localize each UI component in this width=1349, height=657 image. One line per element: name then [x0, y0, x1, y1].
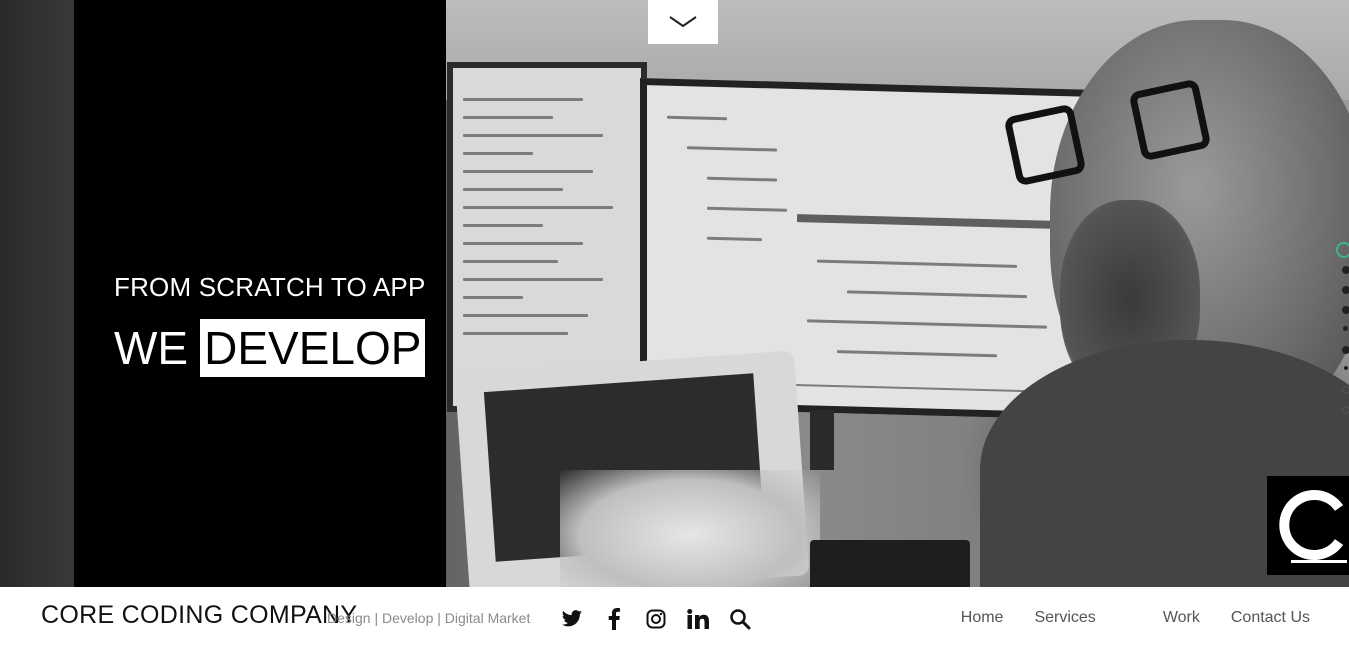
facebook-icon[interactable]	[602, 607, 626, 631]
slide-dot[interactable]	[1342, 386, 1349, 394]
brand-name[interactable]: CORE CODING COMPANY	[41, 601, 357, 630]
nav-services[interactable]: Services	[1034, 609, 1095, 627]
monitor-stand	[810, 410, 834, 470]
slide-dot-active[interactable]	[1336, 242, 1349, 258]
search-icon[interactable]	[728, 607, 752, 631]
slide-dot[interactable]	[1342, 286, 1349, 294]
c-logo-icon	[1279, 490, 1347, 563]
site-header: CORE CODING COMPANY Design | Develop | D…	[0, 587, 1349, 657]
background-monitor	[447, 62, 647, 412]
slide-dots	[1336, 242, 1349, 422]
slide-dot[interactable]	[1342, 346, 1349, 354]
linkedin-icon[interactable]	[686, 607, 710, 631]
glasses-lens	[1003, 103, 1087, 187]
corner-logo[interactable]	[1267, 476, 1349, 575]
typing-hand	[560, 470, 820, 587]
brand-tagline: Design | Develop | Digital Market	[327, 610, 531, 626]
hero-slider: FROM SCRATCH TO APP WE DEVELOP	[0, 0, 1349, 587]
nav-work[interactable]: Work	[1163, 609, 1200, 627]
main-nav: Home Services Work Contact Us	[961, 609, 1310, 627]
nav-home[interactable]: Home	[961, 609, 1004, 627]
twitter-icon[interactable]	[560, 607, 584, 631]
scroll-down-button[interactable]	[648, 0, 718, 44]
hero-subhead: FROM SCRATCH TO APP	[114, 272, 426, 302]
hero-headline: WE DEVELOP	[114, 318, 426, 378]
instagram-icon[interactable]	[644, 607, 668, 631]
slide-dot[interactable]	[1342, 306, 1349, 314]
hero-headline-lead: WE	[114, 322, 189, 374]
keyboard	[810, 540, 970, 587]
social-links	[560, 607, 752, 631]
glasses-lens	[1128, 78, 1212, 162]
slide-dot[interactable]	[1344, 366, 1348, 370]
slide-dot[interactable]	[1342, 406, 1349, 414]
chevron-down-icon	[669, 16, 697, 28]
hero-headline-highlight: DEVELOP	[200, 319, 426, 377]
slide-dot[interactable]	[1342, 266, 1349, 274]
slide-dot[interactable]	[1343, 326, 1348, 331]
nav-contact-us[interactable]: Contact Us	[1231, 609, 1310, 627]
